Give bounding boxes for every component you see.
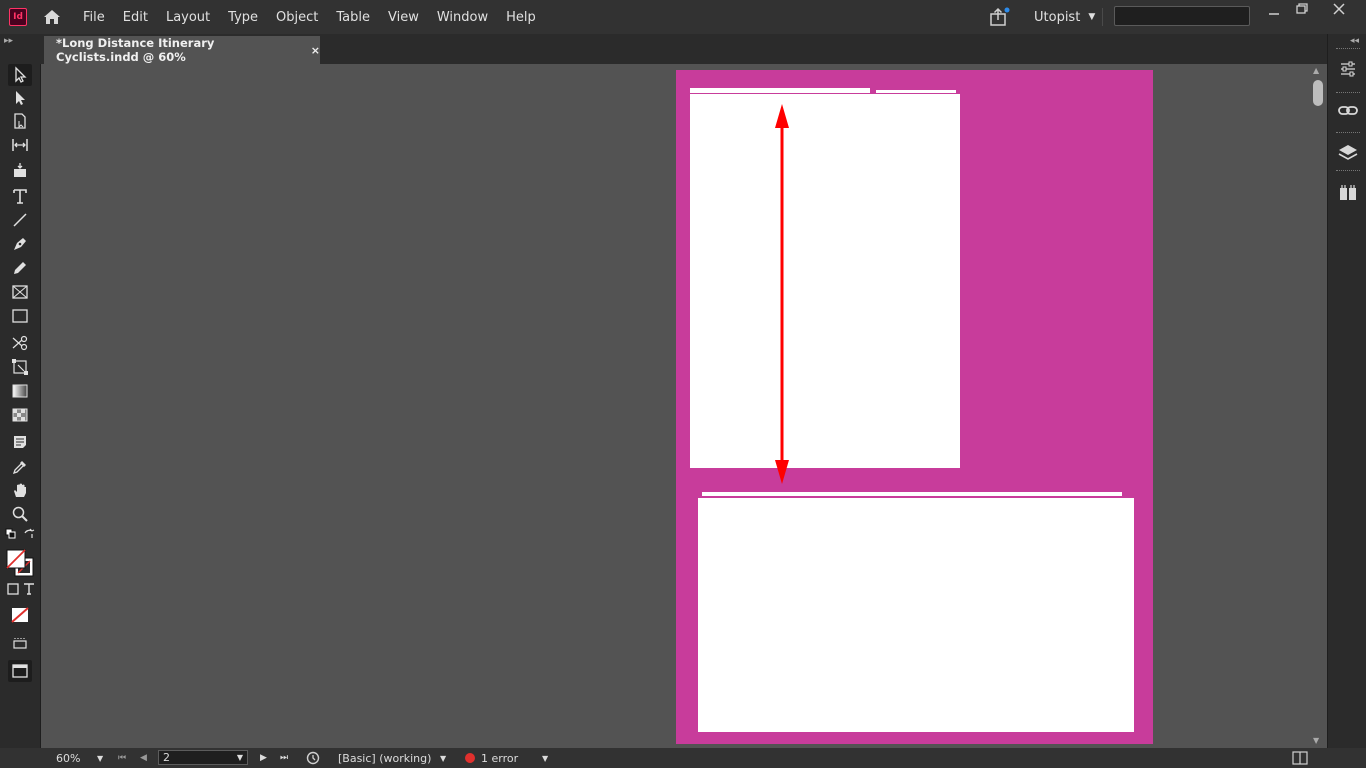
- apply-none-icon[interactable]: [8, 604, 32, 626]
- preflight-profile-label: [Basic] (working): [338, 751, 432, 765]
- default-fill-stroke-icon[interactable]: [5, 528, 17, 540]
- menu-window[interactable]: Window: [428, 10, 497, 25]
- restore-icon[interactable]: [1288, 2, 1316, 22]
- menu-view[interactable]: View: [379, 10, 428, 25]
- divider: [1102, 8, 1103, 26]
- eyedropper-tool-icon[interactable]: [8, 456, 32, 478]
- zoom-tool-icon[interactable]: [8, 503, 32, 525]
- menu-edit[interactable]: Edit: [114, 10, 157, 25]
- workspace-switcher[interactable]: Utopist ▼: [1034, 0, 1095, 34]
- menu-help[interactable]: Help: [497, 10, 545, 25]
- rectangle-tool-icon[interactable]: [8, 305, 32, 327]
- chevron-down-icon: ▼: [1088, 12, 1096, 22]
- page-number-field[interactable]: 2 ▼: [158, 750, 248, 765]
- links-icon[interactable]: [1337, 100, 1359, 122]
- gradient-swatch-tool-icon[interactable]: [8, 380, 32, 402]
- page-number: 2: [163, 751, 170, 764]
- next-page-icon[interactable]: ▶: [260, 748, 267, 768]
- split-window-icon[interactable]: [1292, 748, 1308, 768]
- error-count: 1 error: [481, 751, 519, 765]
- content-collector-tool-icon[interactable]: [8, 159, 32, 181]
- menu-table[interactable]: Table: [327, 10, 379, 25]
- panel-grip[interactable]: [1336, 48, 1360, 52]
- page-chevron-down-icon[interactable]: ▼: [237, 751, 243, 764]
- view-mode-icon[interactable]: [8, 632, 32, 654]
- vertical-scrollbar[interactable]: ▲ ▼: [1310, 64, 1326, 748]
- minimize-icon[interactable]: [1260, 4, 1288, 24]
- layers-icon[interactable]: [1337, 142, 1359, 164]
- zoom-value: 60%: [56, 751, 81, 765]
- menu-bar: Id File Edit Layout Type Object Table Vi…: [0, 0, 1366, 34]
- preflight-icon[interactable]: [306, 748, 320, 768]
- rectangle-frame-tool-icon[interactable]: [8, 281, 32, 303]
- preflight-profile[interactable]: [Basic] (working): [338, 748, 431, 768]
- panel-grip[interactable]: [1336, 92, 1360, 96]
- first-page-icon[interactable]: ⏮: [118, 748, 126, 768]
- indesign-logo-icon: Id: [9, 8, 27, 26]
- workspace-name: Utopist: [1034, 9, 1081, 25]
- scissors-tool-icon[interactable]: [8, 332, 32, 354]
- document-tab[interactable]: *Long Distance Itinerary Cyclists.indd @…: [44, 36, 320, 64]
- direct-selection-tool-icon[interactable]: [8, 87, 32, 109]
- scroll-up-icon[interactable]: ▲: [1313, 66, 1319, 75]
- close-tab-icon[interactable]: ×: [311, 44, 320, 57]
- expand-panels-icon[interactable]: ◂◂: [1350, 36, 1359, 46]
- main-menu: File Edit Layout Type Object Table View …: [74, 0, 545, 34]
- free-transform-tool-icon[interactable]: [8, 356, 32, 378]
- note-tool-icon[interactable]: [8, 431, 32, 453]
- previous-page-icon[interactable]: ◀: [140, 748, 147, 768]
- menu-layout[interactable]: Layout: [157, 10, 219, 25]
- hand-tool-icon[interactable]: [8, 479, 32, 501]
- scroll-thumb[interactable]: [1313, 80, 1323, 106]
- search-input[interactable]: [1114, 6, 1250, 26]
- scroll-down-icon[interactable]: ▼: [1313, 736, 1319, 745]
- red-double-arrow: [775, 104, 789, 484]
- pages-icon[interactable]: [1337, 182, 1359, 204]
- menu-file[interactable]: File: [74, 10, 114, 25]
- zoom-chevron-down-icon[interactable]: ▼: [97, 748, 103, 768]
- panel-dock: ◂◂: [1327, 34, 1366, 748]
- panel-grip[interactable]: [1336, 132, 1360, 136]
- collapse-panel-icon[interactable]: ▸▸: [4, 36, 13, 46]
- swap-fill-stroke-icon[interactable]: [22, 528, 36, 542]
- gap-tool-icon[interactable]: [8, 134, 32, 156]
- pen-tool-icon[interactable]: [8, 233, 32, 255]
- page-tool-icon[interactable]: [8, 110, 32, 132]
- menu-object[interactable]: Object: [267, 10, 327, 25]
- errors-chevron-down-icon[interactable]: ▼: [542, 748, 548, 768]
- document-tab-label: *Long Distance Itinerary Cyclists.indd @…: [56, 36, 215, 64]
- home-icon[interactable]: [42, 7, 62, 27]
- screen-mode-icon[interactable]: [8, 660, 32, 682]
- document-page[interactable]: [676, 70, 1153, 744]
- status-bar: 60% ▼ ⏮ ◀ 2 ▼ ▶ ⏭ [Basic] (working) ▼ 1 …: [0, 748, 1366, 768]
- close-window-icon[interactable]: [1325, 2, 1353, 22]
- selection-tool-icon[interactable]: [8, 64, 32, 86]
- menu-type[interactable]: Type: [219, 10, 267, 25]
- share-icon[interactable]: [988, 6, 1010, 28]
- gradient-feather-tool-icon[interactable]: [8, 404, 32, 426]
- error-dot-icon: [465, 753, 475, 763]
- line-tool-icon[interactable]: [8, 209, 32, 231]
- last-page-icon[interactable]: ⏭: [280, 748, 288, 768]
- pencil-tool-icon[interactable]: [8, 257, 32, 279]
- fill-stroke-swatch-icon[interactable]: [5, 548, 35, 578]
- preflight-errors[interactable]: 1 error: [465, 748, 518, 768]
- panel-grip[interactable]: [1336, 170, 1360, 174]
- formatting-affects-container-icon[interactable]: [6, 582, 20, 596]
- formatting-affects-text-icon[interactable]: [22, 582, 36, 596]
- profile-chevron-down-icon[interactable]: ▼: [440, 748, 446, 768]
- type-tool-icon[interactable]: [8, 185, 32, 207]
- properties-icon[interactable]: [1337, 58, 1359, 80]
- tools-panel: [0, 64, 41, 748]
- zoom-level[interactable]: 60%: [56, 748, 80, 768]
